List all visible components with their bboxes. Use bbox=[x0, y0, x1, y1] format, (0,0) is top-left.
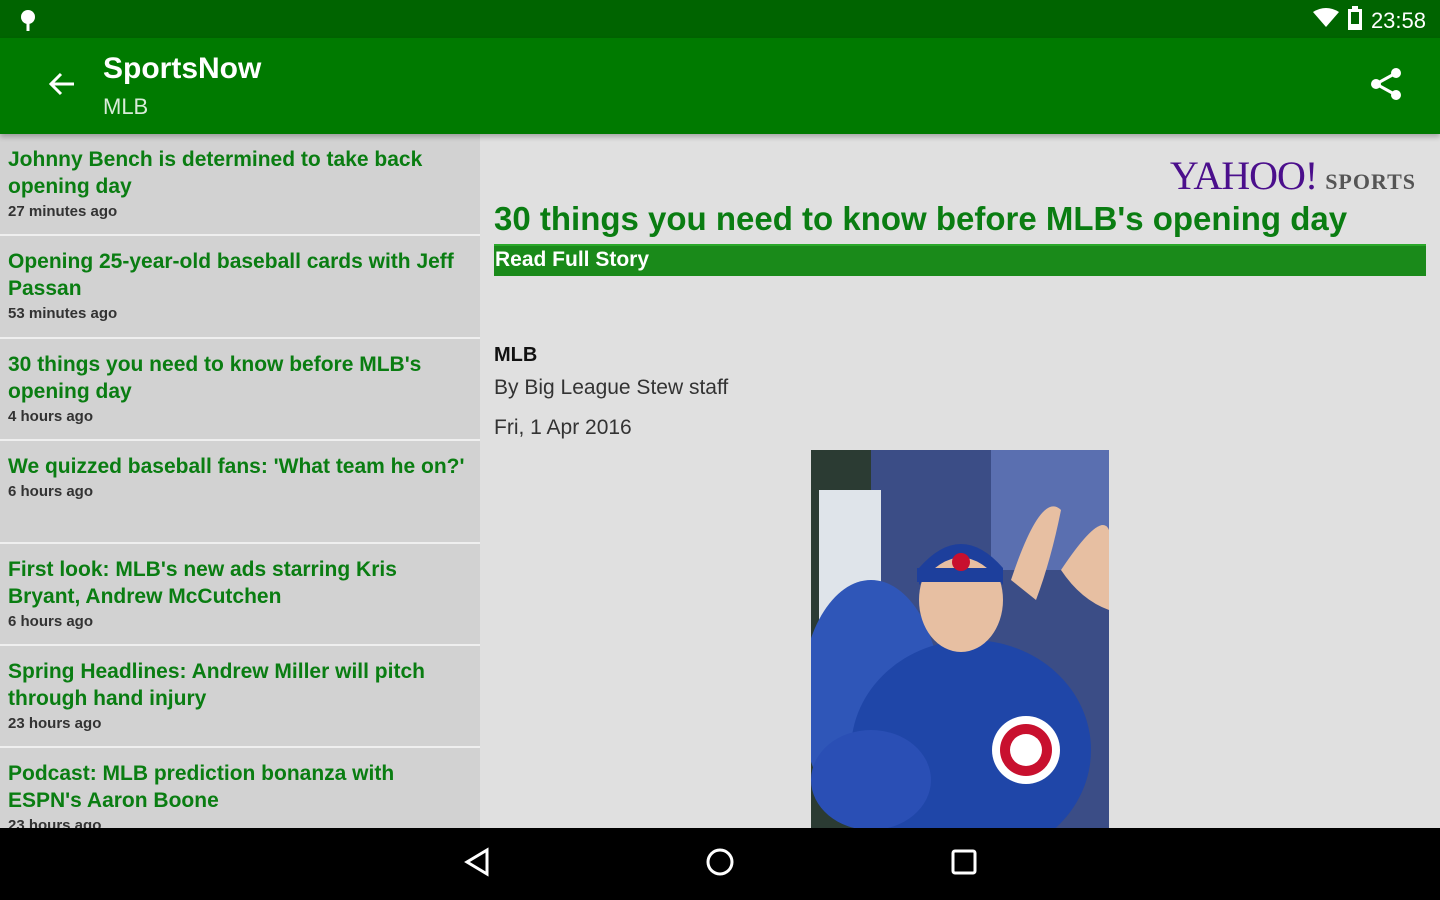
list-item[interactable]: First look: MLB's new ads starring Kris … bbox=[0, 543, 480, 646]
square-recents-icon bbox=[950, 848, 978, 881]
article-pane: YAHOO! SPORTS 30 things you need to know… bbox=[480, 134, 1440, 828]
list-item-time: 6 hours ago bbox=[8, 483, 94, 501]
logo-main: YAHOO! bbox=[1169, 153, 1318, 198]
list-item[interactable]: Johnny Bench is determined to take back … bbox=[0, 134, 480, 237]
list-item[interactable]: 30 things you need to know before MLB's … bbox=[0, 338, 480, 442]
list-item-title: First look: MLB's new ads starring Kris … bbox=[8, 557, 397, 608]
list-item[interactable]: Spring Headlines: Andrew Miller will pit… bbox=[0, 645, 480, 749]
nav-recents-button[interactable] bbox=[944, 844, 984, 884]
yahoo-sports-logo: YAHOO! SPORTS bbox=[1170, 152, 1416, 199]
story-list: Johnny Bench is determined to take back … bbox=[0, 134, 480, 828]
list-item-time: 53 minutes ago bbox=[8, 305, 118, 323]
read-full-story-button[interactable]: Read Full Story bbox=[494, 244, 1426, 276]
list-item-time: 6 hours ago bbox=[8, 612, 94, 630]
list-item-title: Opening 25-year-old baseball cards with … bbox=[8, 250, 454, 301]
status-time: 23:58 bbox=[1370, 8, 1426, 33]
status-icons: 23:58 bbox=[1312, 6, 1426, 36]
status-bar: 23:58 bbox=[0, 0, 1440, 38]
list-item-title: Podcast: MLB prediction bonanza with ESP… bbox=[8, 762, 395, 813]
arrow-left-icon bbox=[48, 71, 76, 102]
list-item[interactable]: Podcast: MLB prediction bonanza with ESP… bbox=[0, 748, 480, 828]
share-button[interactable] bbox=[1364, 64, 1408, 108]
article-photo bbox=[811, 450, 1109, 828]
list-item-title: Johnny Bench is determined to take back … bbox=[8, 148, 423, 198]
system-nav-bar bbox=[0, 828, 1440, 900]
list-item-time: 23 hours ago bbox=[8, 817, 102, 828]
back-button[interactable] bbox=[40, 66, 84, 106]
nav-home-button[interactable] bbox=[700, 844, 740, 884]
article-category: MLB bbox=[494, 344, 538, 366]
article-title: 30 things you need to know before MLB's … bbox=[494, 200, 1348, 237]
app-bar: SportsNow MLB bbox=[0, 38, 1440, 134]
list-item-time: 27 minutes ago bbox=[8, 203, 118, 220]
app-subtitle: MLB bbox=[103, 94, 149, 119]
triangle-back-icon bbox=[463, 846, 493, 882]
list-item[interactable]: We quizzed baseball fans: 'What team he … bbox=[0, 441, 480, 544]
list-item-title: 30 things you need to know before MLB's … bbox=[8, 352, 422, 403]
list-item-time: 4 hours ago bbox=[8, 407, 94, 425]
list-item-time: 23 hours ago bbox=[8, 714, 102, 732]
article-date: Fri, 1 Apr 2016 bbox=[494, 416, 632, 439]
app-title: SportsNow bbox=[103, 52, 262, 85]
nav-back-button[interactable] bbox=[458, 844, 498, 884]
list-item[interactable]: Opening 25-year-old baseball cards with … bbox=[0, 236, 480, 339]
circle-home-icon bbox=[705, 847, 735, 882]
read-full-story-label: Read Full Story bbox=[495, 248, 650, 271]
location-pin-icon bbox=[18, 8, 38, 37]
wifi-icon bbox=[1312, 8, 1339, 34]
logo-sub: SPORTS bbox=[1325, 169, 1416, 194]
battery-icon bbox=[1347, 6, 1363, 36]
share-icon bbox=[1368, 66, 1404, 107]
article-author: By Big League Stew staff bbox=[494, 376, 729, 399]
list-item-title: Spring Headlines: Andrew Miller will pit… bbox=[8, 659, 425, 710]
list-item-title: We quizzed baseball fans: 'What team he … bbox=[8, 455, 465, 479]
